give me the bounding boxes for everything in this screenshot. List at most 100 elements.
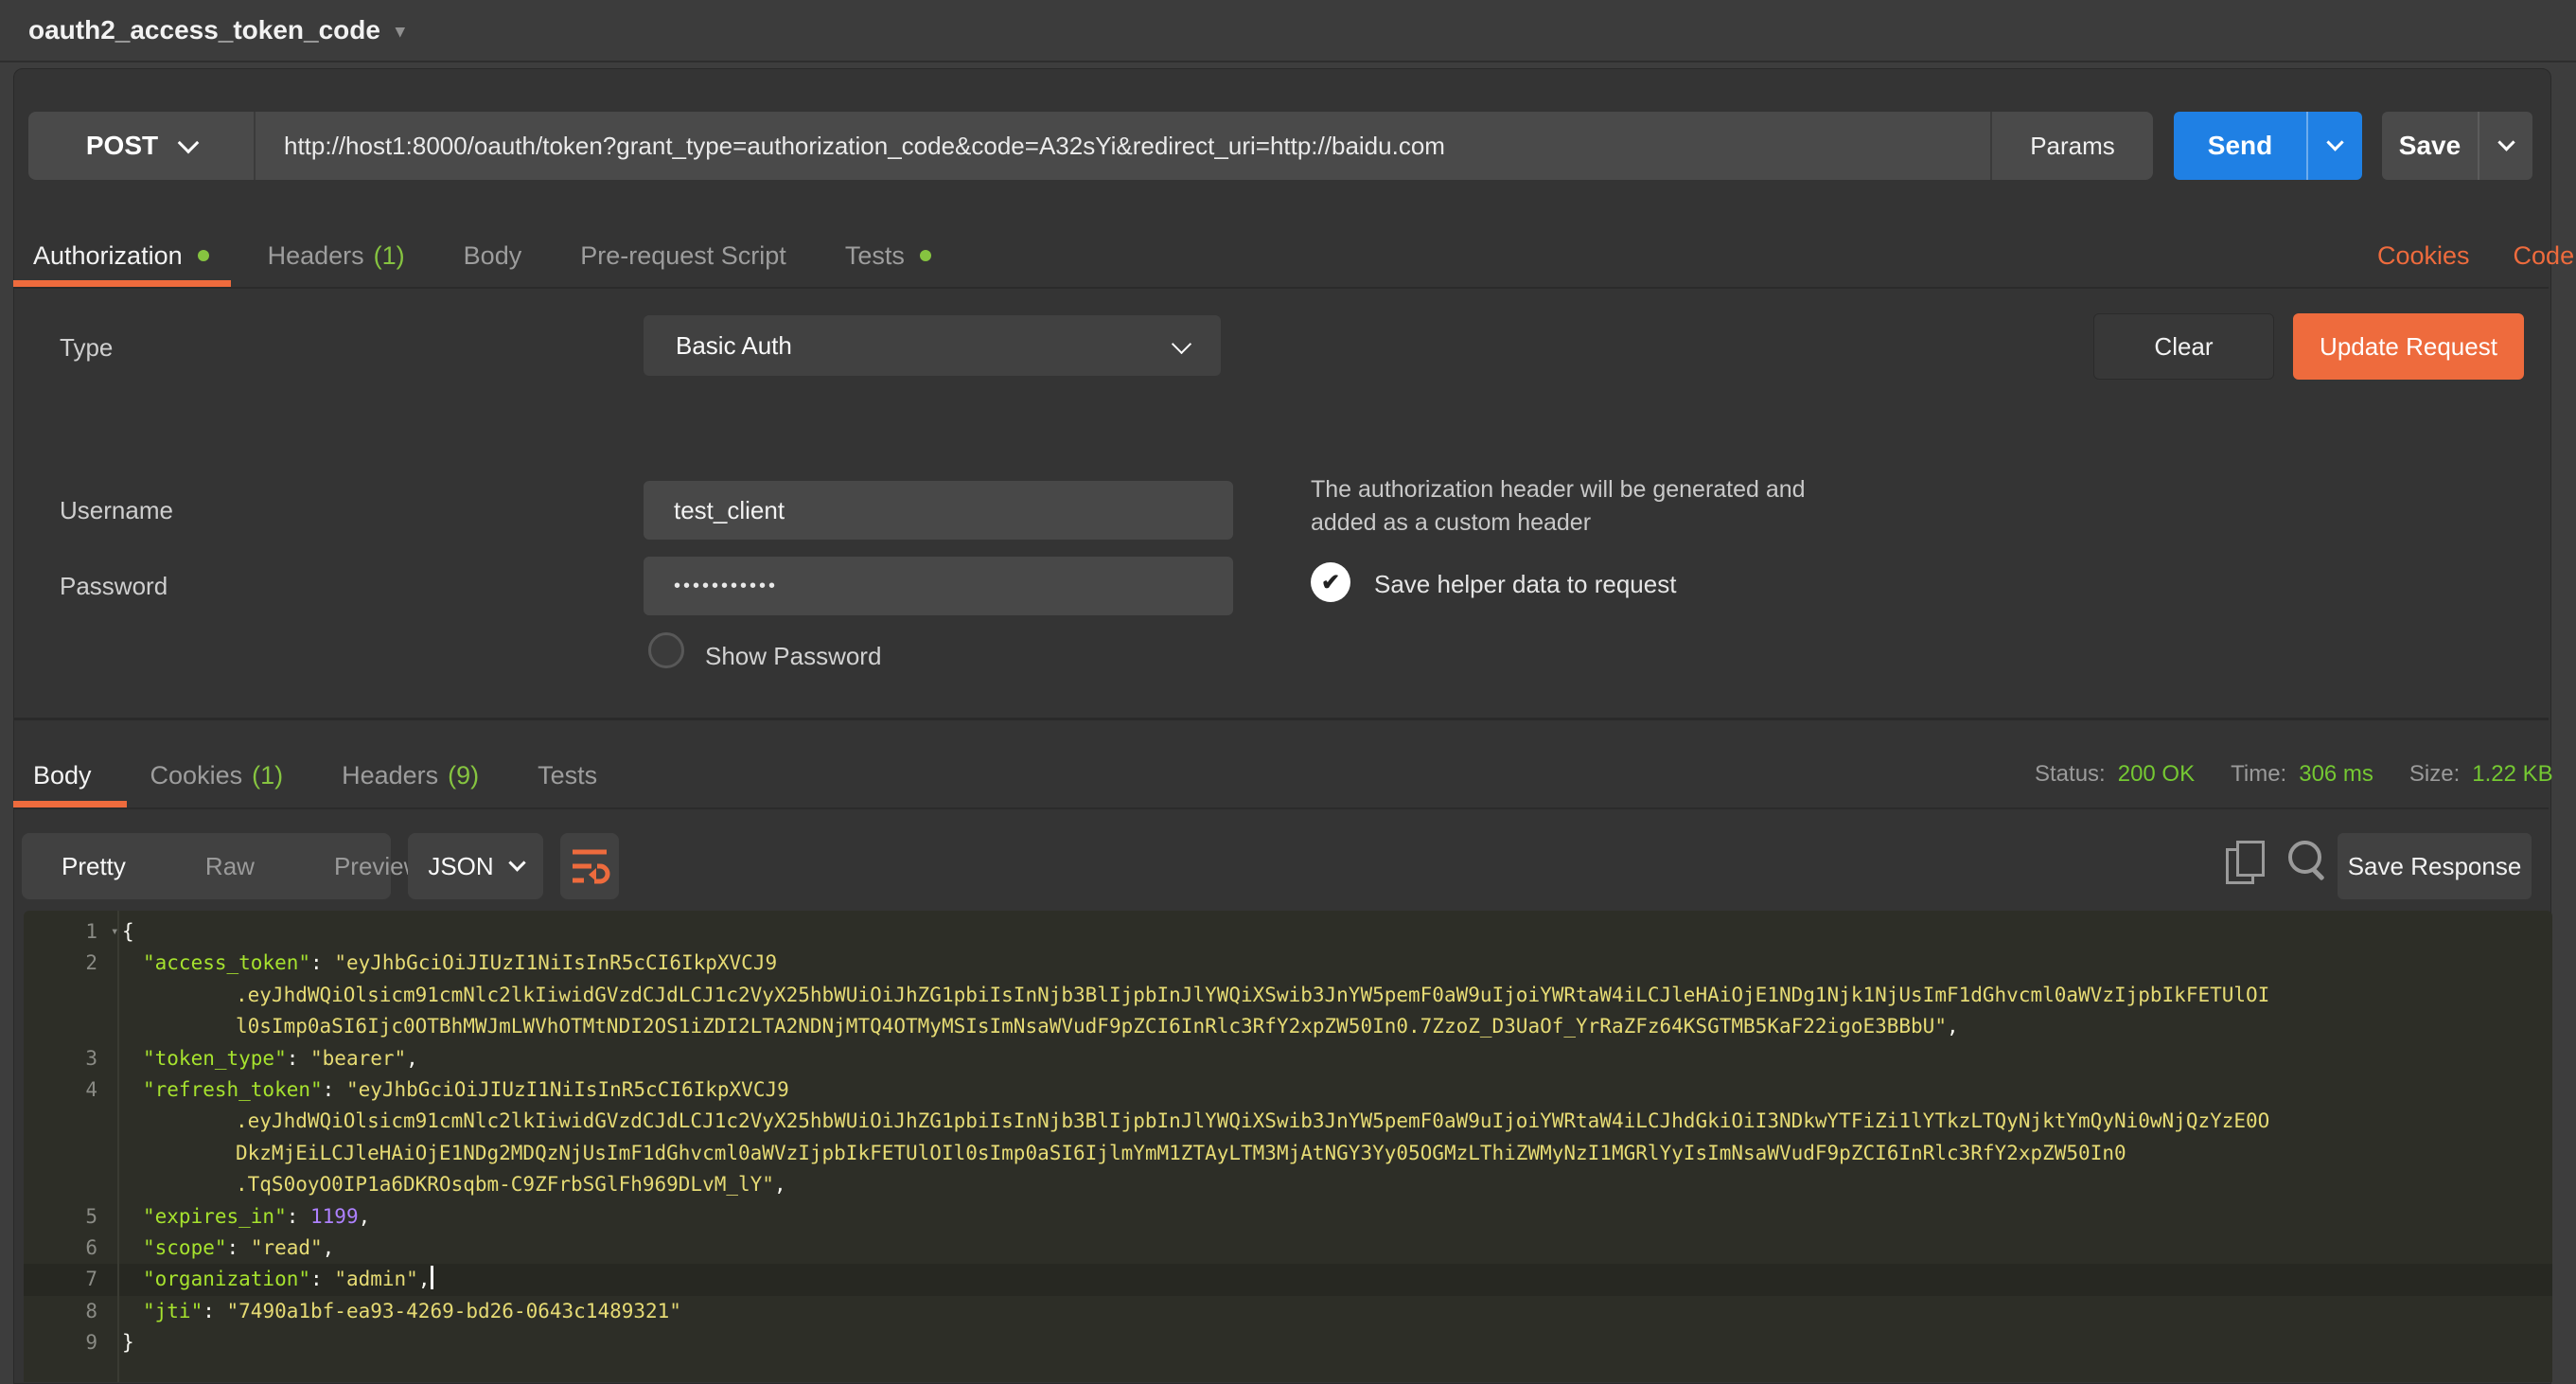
code-line[interactable]: 6"scope": "read", (24, 1233, 2552, 1264)
line-number: 9 (24, 1327, 107, 1358)
send-button[interactable]: Send (2174, 112, 2306, 180)
copy-icon (2236, 841, 2265, 877)
save-button[interactable]: Save (2382, 112, 2478, 180)
code-text: l0sImp0aSI6Ijc0OTBhMWJmLWVhOTMtNDI2OS1iZ… (107, 1011, 2552, 1042)
wrap-text-button[interactable] (560, 833, 619, 899)
helper-note-line2: added as a custom header (1311, 506, 1806, 540)
tab-headers[interactable]: Headers (1) (268, 241, 405, 271)
code-line[interactable]: .eyJhdWQiOlsicm91cmNlc2lkIiwidGVzdCJdLCJ… (24, 980, 2552, 1011)
code-link[interactable]: Code (2514, 241, 2575, 271)
code-line[interactable]: 5"expires_in": 1199, (24, 1201, 2552, 1233)
chevron-down-icon (178, 132, 200, 153)
tab-authorization[interactable]: Authorization (33, 241, 209, 271)
tab-label: Body (464, 241, 522, 271)
password-input[interactable]: ••••••••••• (644, 557, 1233, 615)
code-text: "expires_in": 1199, (107, 1201, 2552, 1233)
params-button[interactable]: Params (1992, 112, 2153, 180)
tab-pre-request-script[interactable]: Pre-request Script (580, 241, 786, 271)
search-response-button[interactable] (2288, 841, 2332, 884)
status-label: Status: (2035, 761, 2106, 788)
save-dropdown-button[interactable] (2478, 112, 2532, 180)
divider (14, 287, 2549, 289)
line-number: 1 (24, 916, 107, 948)
auth-type-select[interactable]: Basic Auth (644, 315, 1221, 376)
line-number: 5 (24, 1201, 107, 1233)
format-select[interactable]: JSON (408, 833, 543, 899)
code-text: .eyJhdWQiOlsicm91cmNlc2lkIiwidGVzdCJdLCJ… (107, 1106, 2552, 1137)
helper-note-line1: The authorization header will be generat… (1311, 473, 1806, 506)
divider (14, 807, 2549, 809)
code-text: "organization": "admin", (107, 1264, 2552, 1295)
request-title-caret-icon[interactable]: ▾ (396, 2, 405, 62)
wrap-text-icon (567, 843, 612, 889)
code-line[interactable]: 1▾{ (24, 916, 2552, 948)
code-text: "refresh_token": "eyJhbGciOiJIUzI1NiIsIn… (107, 1074, 2552, 1106)
line-number (24, 1138, 107, 1169)
code-text: .TqS0oyO0IP1a6DKROsqbm-C9ZFrbSGlFh969DLv… (107, 1169, 2552, 1200)
code-text: "jti": "7490a1bf-ea93-4269-bd26-0643c148… (107, 1296, 2552, 1327)
response-tabs: Body Cookies (1) Headers (9) Tests (33, 748, 656, 803)
code-line[interactable]: .eyJhdWQiOlsicm91cmNlc2lkIiwidGVzdCJdLCJ… (24, 1106, 2552, 1137)
response-tab-cookies[interactable]: Cookies (1) (150, 761, 284, 790)
code-line[interactable]: 3"token_type": "bearer", (24, 1043, 2552, 1074)
response-tab-tests[interactable]: Tests (538, 761, 597, 790)
tab-count: (1) (374, 241, 405, 271)
tab-label: Tests (538, 761, 597, 790)
username-label: Username (60, 496, 173, 525)
tab-tests[interactable]: Tests (845, 241, 931, 271)
save-helper-label: Save helper data to request (1374, 570, 1676, 599)
response-tab-headers[interactable]: Headers (9) (342, 761, 479, 790)
method-select[interactable]: POST (28, 112, 254, 180)
show-password-label: Show Password (705, 642, 881, 671)
code-line[interactable]: 7"organization": "admin", (24, 1264, 2552, 1295)
view-raw-button[interactable]: Raw (166, 852, 294, 881)
tab-label: Headers (268, 241, 364, 271)
copy-response-button[interactable] (2226, 841, 2269, 884)
url-input[interactable]: http://host1:8000/oauth/token?grant_type… (256, 112, 1990, 180)
line-number (24, 1169, 107, 1200)
line-number (24, 980, 107, 1011)
green-dot-icon (198, 250, 209, 261)
username-input[interactable]: test_client (644, 481, 1233, 540)
size-value: 1.22 KB (2472, 761, 2552, 788)
tab-label: Pre-request Script (580, 241, 786, 271)
request-title-text: oauth2_access_token_code (28, 15, 380, 44)
clear-button[interactable]: Clear (2093, 313, 2274, 380)
request-tabs: Authorization Headers (1) Body Pre-reque… (33, 227, 990, 284)
request-title[interactable]: oauth2_access_token_code ▾ (28, 0, 405, 61)
code-text: "scope": "read", (107, 1233, 2552, 1264)
code-line[interactable]: DkzMjEiLCJleHAiOjE1NDg2MDQzNjUsImF1dGhvc… (24, 1138, 2552, 1169)
send-dropdown-button[interactable] (2306, 112, 2362, 180)
show-password-radio[interactable] (648, 632, 684, 668)
cookies-link[interactable]: Cookies (2377, 241, 2470, 271)
save-response-button[interactable]: Save Response (2338, 833, 2532, 899)
update-request-button[interactable]: Update Request (2293, 313, 2524, 380)
line-number (24, 1106, 107, 1137)
save-button-group: Save (2382, 112, 2532, 180)
tab-label: Tests (845, 241, 905, 271)
tab-body[interactable]: Body (464, 241, 522, 271)
code-line[interactable]: .TqS0oyO0IP1a6DKROsqbm-C9ZFrbSGlFh969DLv… (24, 1169, 2552, 1200)
auth-type-value: Basic Auth (676, 331, 792, 361)
code-line[interactable]: 8"jti": "7490a1bf-ea93-4269-bd26-0643c14… (24, 1296, 2552, 1327)
response-body-editor[interactable]: 1▾{2"access_token": "eyJhbGciOiJIUzI1NiI… (24, 911, 2552, 1382)
code-text: "access_token": "eyJhbGciOiJIUzI1NiIsInR… (107, 948, 2552, 979)
view-pretty-button[interactable]: Pretty (22, 852, 166, 881)
request-links: Cookies Code (2377, 227, 2574, 284)
time-badge: Time: 306 ms (2231, 761, 2373, 788)
tab-label: Headers (342, 761, 438, 790)
type-label: Type (60, 333, 113, 363)
code-line[interactable]: 2"access_token": "eyJhbGciOiJIUzI1NiIsIn… (24, 948, 2552, 979)
view-mode-switcher: Pretty Raw Preview (22, 833, 391, 899)
response-tab-body[interactable]: Body (33, 761, 92, 790)
size-label: Size: (2409, 761, 2460, 788)
code-text: { (107, 916, 2552, 948)
code-line[interactable]: 4"refresh_token": "eyJhbGciOiJIUzI1NiIsI… (24, 1074, 2552, 1106)
save-helper-checkbox[interactable]: ✔ (1311, 562, 1350, 602)
code-line[interactable]: 9} (24, 1327, 2552, 1358)
code-line[interactable]: l0sImp0aSI6Ijc0OTBhMWJmLWVhOTMtNDI2OS1iZ… (24, 1011, 2552, 1042)
request-tab-header: oauth2_access_token_code ▾ (0, 0, 2576, 62)
green-dot-icon (920, 250, 931, 261)
search-icon (2311, 867, 2324, 880)
time-label: Time: (2231, 761, 2286, 788)
